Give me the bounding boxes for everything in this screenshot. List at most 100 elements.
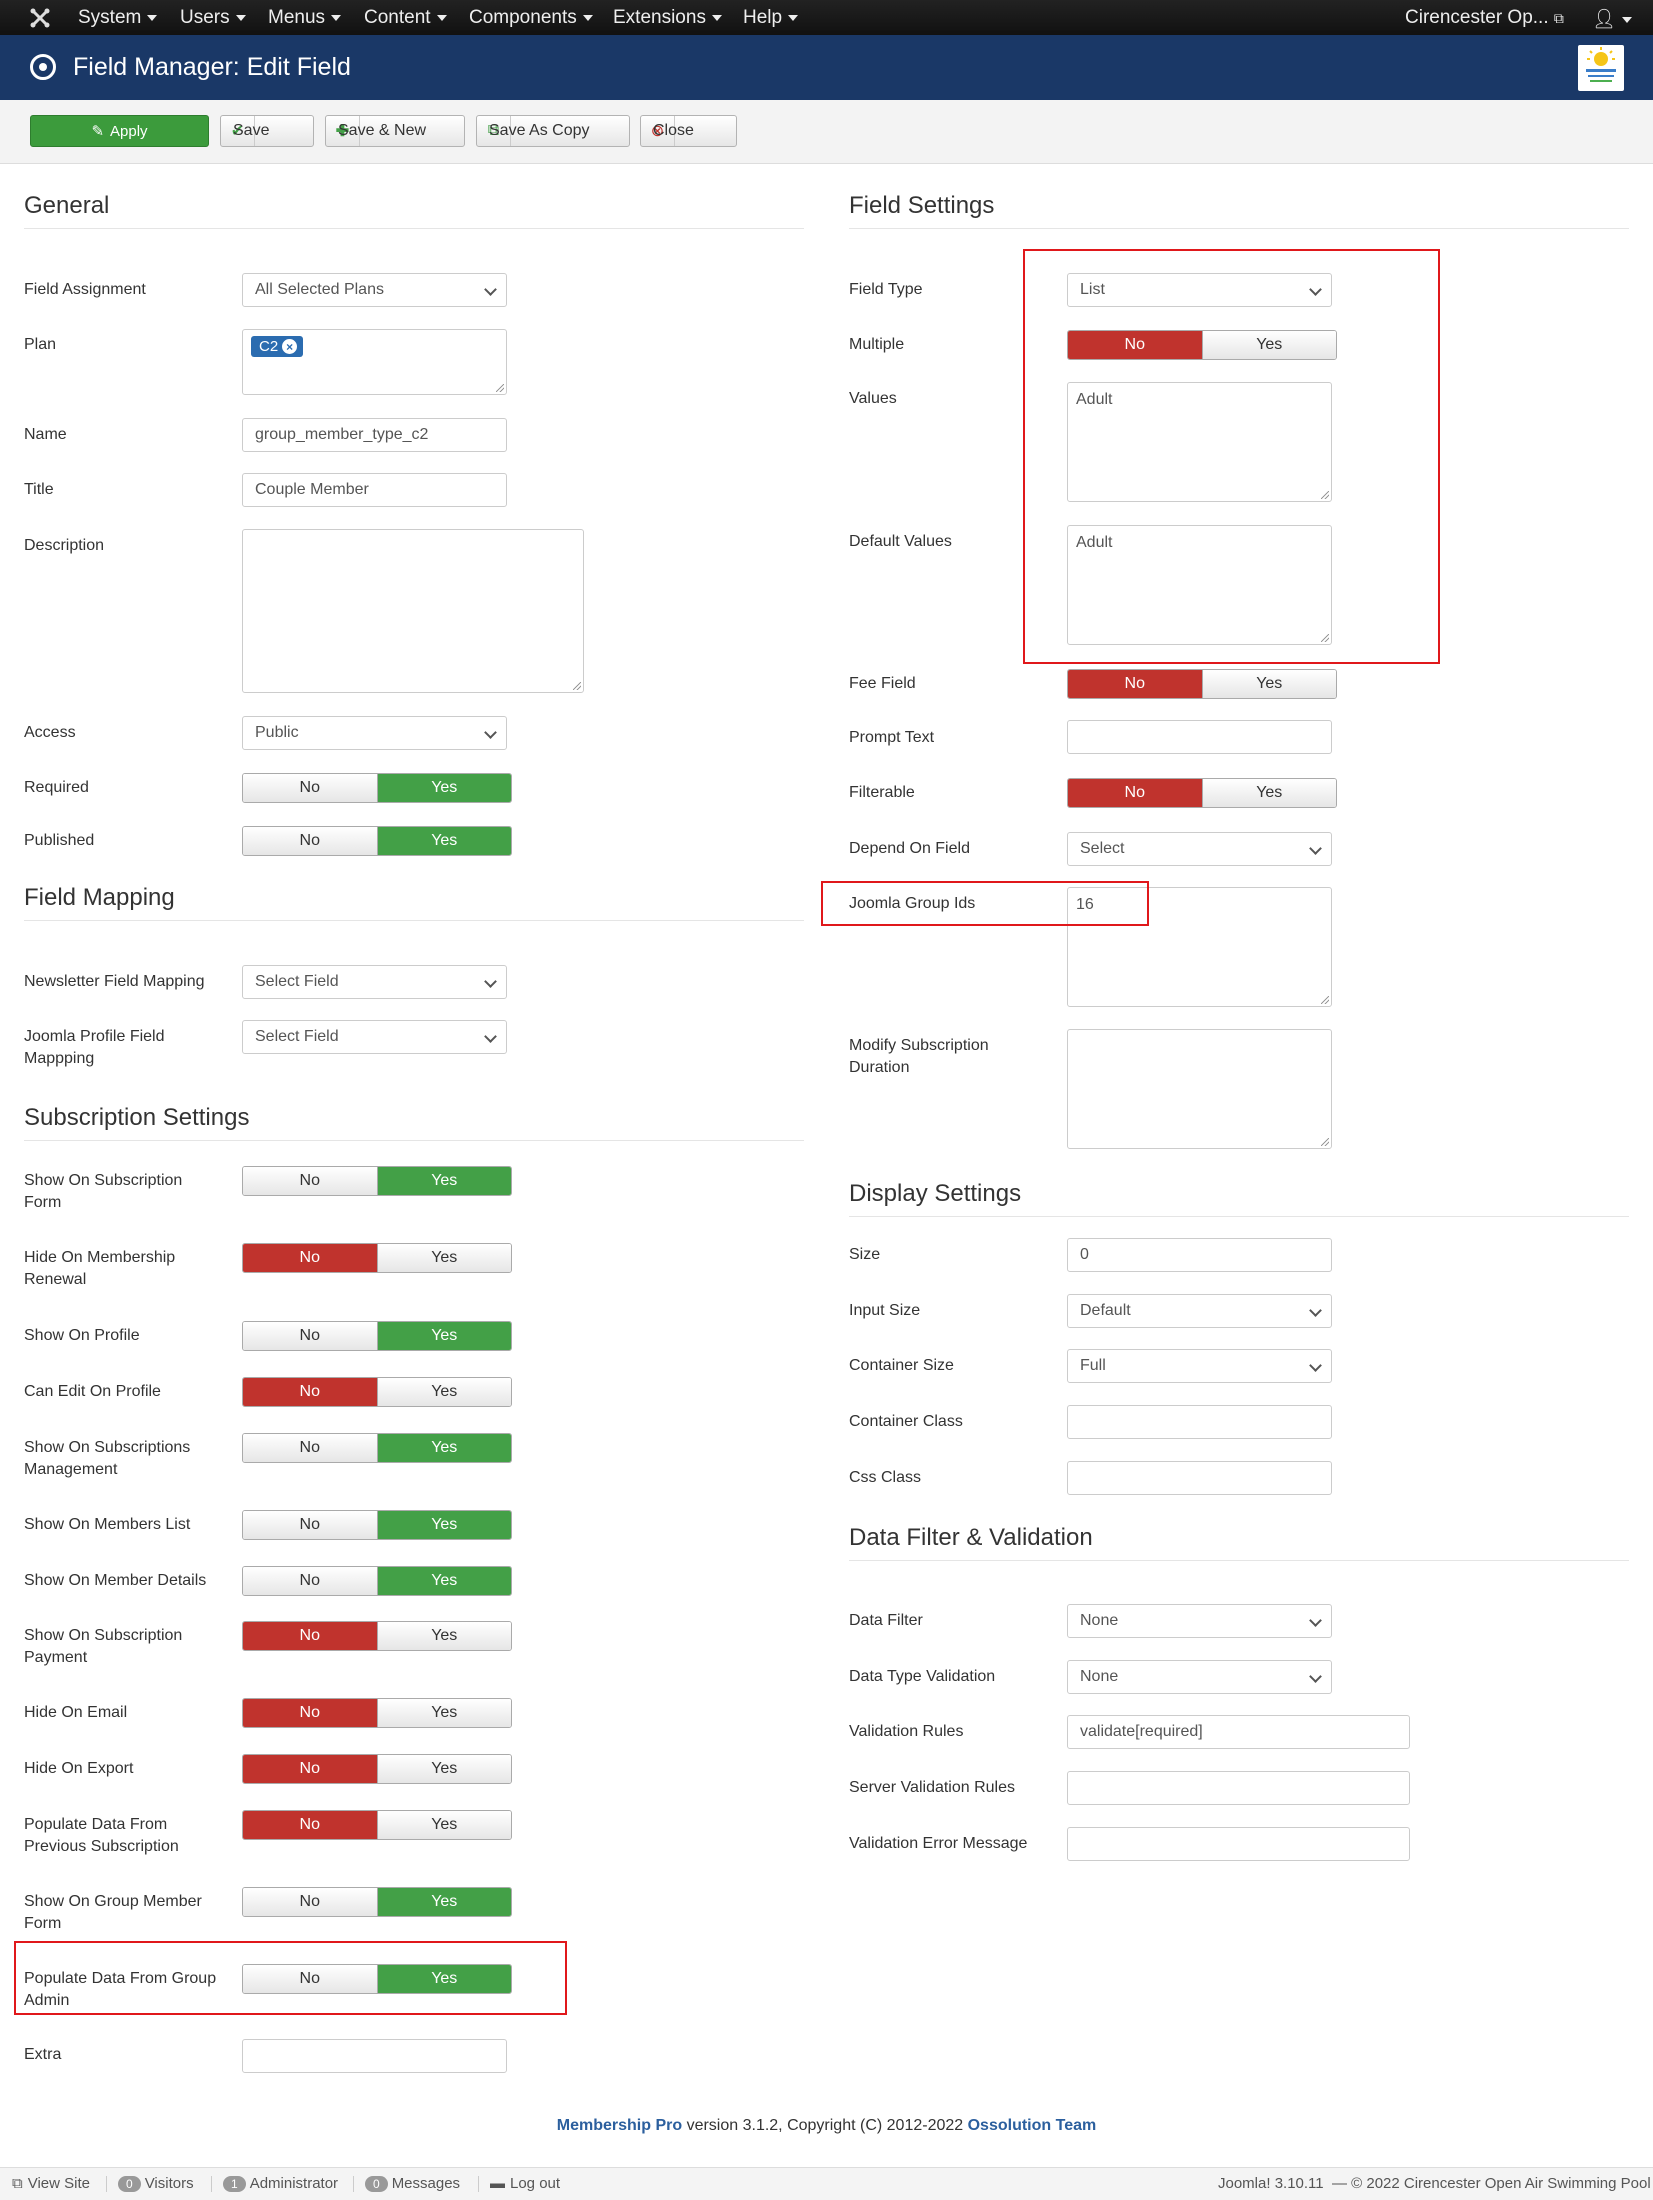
subscription-setting-toggle[interactable]: No Yes <box>242 1698 512 1728</box>
menu-components[interactable]: Components <box>469 7 593 29</box>
type-validation-select[interactable]: None <box>1067 1660 1332 1694</box>
menu-menus[interactable]: Menus <box>268 7 342 29</box>
menu-content[interactable]: Content <box>364 7 447 29</box>
field-assignment-label: Field Assignment <box>24 281 146 298</box>
required-toggle[interactable]: No Yes <box>242 773 512 803</box>
save-as-copy-button[interactable]: ⧉ Save As Copy <box>476 115 630 147</box>
subscription-setting-label: Show On Member Details <box>24 1572 207 1589</box>
multiple-label: Multiple <box>849 336 905 353</box>
divider <box>24 920 804 921</box>
menu-help[interactable]: Help <box>743 7 799 29</box>
subscription-setting-label: Hide On Email <box>24 1704 128 1721</box>
size-input[interactable]: 0 <box>1067 1238 1332 1272</box>
save-new-button[interactable]: ✚ Save & New <box>325 115 465 147</box>
input-size-select[interactable]: Default <box>1067 1294 1332 1328</box>
modify-duration-label: Modify Subscription Duration <box>849 1037 989 1076</box>
menu-extensions[interactable]: Extensions <box>613 7 722 29</box>
subscription-setting-toggle[interactable]: No Yes <box>242 1887 512 1917</box>
subscription-setting-toggle[interactable]: No Yes <box>242 1621 512 1651</box>
status-bar: ⧉ View Site 0 Visitors 1 Administrator 0 Mes… <box>0 2167 1653 2200</box>
subscription-setting-toggle[interactable]: No Yes <box>242 1166 512 1196</box>
team-link[interactable]: Ossolution Team <box>968 2117 1097 2134</box>
subscription-setting-toggle[interactable]: No Yes <box>242 1433 512 1463</box>
subscription-setting-toggle[interactable]: No Yes <box>242 1377 512 1407</box>
apply-button[interactable]: ✎ Apply <box>30 115 209 147</box>
remove-tag-icon[interactable]: × <box>282 339 298 354</box>
published-toggle[interactable]: No Yes <box>242 826 512 856</box>
container-size-select[interactable]: Full <box>1067 1349 1332 1383</box>
divider <box>849 1560 1629 1561</box>
subscription-setting-toggle[interactable]: No Yes <box>242 1243 512 1273</box>
plan-tag[interactable]: C2 × <box>251 336 304 357</box>
filterable-label: Filterable <box>849 784 915 801</box>
subscription-setting-toggle[interactable]: No Yes <box>242 1321 512 1351</box>
access-label: Access <box>24 724 76 741</box>
joomla-profile-mapping-select[interactable]: Select Field <box>242 1020 507 1054</box>
plan-label: Plan <box>24 336 57 353</box>
server-rules-input[interactable] <box>1067 1771 1410 1805</box>
depend-on-select[interactable]: Select <box>1067 832 1332 866</box>
validation-rules-label: Validation Rules <box>849 1723 964 1740</box>
subscription-setting-toggle[interactable]: No Yes <box>242 1754 512 1784</box>
menu-system[interactable]: System <box>78 7 158 29</box>
default-values-label: Default Values <box>849 533 952 550</box>
filterable-toggle[interactable]: No Yes <box>1067 778 1337 808</box>
close-button[interactable]: ⊗ Close <box>640 115 737 147</box>
extra-input[interactable] <box>242 2039 507 2073</box>
site-link[interactable]: Cirencester Op... ⧉ <box>1405 7 1564 29</box>
subscription-setting-label: Show On Subscription Form <box>24 1172 183 1211</box>
validation-rules-input[interactable]: validate[required] <box>1067 1715 1410 1749</box>
caret-down-icon <box>235 14 246 21</box>
messages-status[interactable]: 0 Messages <box>365 2175 460 2192</box>
field-assignment-select[interactable]: All Selected Plans <box>242 273 507 307</box>
subscription-setting-toggle[interactable]: No Yes <box>242 1566 512 1596</box>
subscription-setting-toggle[interactable]: No Yes <box>242 1810 512 1840</box>
section-general-title: General <box>24 192 110 219</box>
input-size-label: Input Size <box>849 1302 921 1319</box>
error-message-input[interactable] <box>1067 1827 1410 1861</box>
joomla-logo-icon[interactable] <box>28 6 52 30</box>
section-field-settings-title: Field Settings <box>849 192 995 219</box>
logout-link[interactable]: ▬ Log out <box>490 2175 560 2192</box>
container-size-label: Container Size <box>849 1357 954 1374</box>
divider <box>211 2176 212 2192</box>
data-filter-select[interactable]: None <box>1067 1604 1332 1638</box>
subscription-setting-label: Populate Data From Previous Subscription <box>24 1816 179 1855</box>
divider <box>478 2176 479 2192</box>
description-textarea[interactable] <box>242 529 584 693</box>
menu-users[interactable]: Users <box>180 7 246 29</box>
save-button[interactable]: ✔ Save <box>220 115 314 147</box>
subscription-setting-label: Hide On Membership Renewal <box>24 1249 176 1288</box>
container-class-input[interactable] <box>1067 1405 1332 1439</box>
access-select[interactable]: Public <box>242 716 507 750</box>
divider <box>106 2176 107 2192</box>
modify-duration-textarea[interactable] <box>1067 1029 1332 1149</box>
field-type-label: Field Type <box>849 281 923 298</box>
depend-on-label: Depend On Field <box>849 840 970 857</box>
name-input[interactable]: group_member_type_c2 <box>242 418 507 452</box>
administrator-status: 1 Administrator <box>223 2175 338 2192</box>
title-input[interactable]: Couple Member <box>242 473 507 507</box>
page-header: Field Manager: Edit Field <box>0 35 1653 100</box>
fee-field-label: Fee Field <box>849 675 916 692</box>
view-site-link[interactable]: ⧉ View Site <box>12 2175 90 2192</box>
product-link[interactable]: Membership Pro <box>557 2117 682 2134</box>
highlight-box <box>821 881 1149 926</box>
caret-down-icon <box>788 14 799 21</box>
subscription-setting-label: Show On Profile <box>24 1327 140 1344</box>
title-label: Title <box>24 481 54 498</box>
css-class-input[interactable] <box>1067 1461 1332 1495</box>
visitors-status: 0 Visitors <box>118 2175 194 2192</box>
prompt-text-input[interactable] <box>1067 720 1332 754</box>
fee-field-toggle[interactable]: No Yes <box>1067 669 1337 699</box>
subscription-setting-label: Can Edit On Profile <box>24 1383 161 1400</box>
newsletter-mapping-label: Newsletter Field Mapping <box>24 973 205 990</box>
page-title: Field Manager: Edit Field <box>73 53 351 81</box>
user-menu[interactable]: 👤︎ <box>1592 7 1633 31</box>
divider <box>24 228 804 229</box>
plan-multiselect[interactable]: C2 × <box>242 329 507 395</box>
data-filter-label: Data Filter <box>849 1612 923 1629</box>
subscription-setting-toggle[interactable]: No Yes <box>242 1510 512 1540</box>
caret-down-icon <box>711 14 722 21</box>
newsletter-mapping-select[interactable]: Select Field <box>242 965 507 999</box>
